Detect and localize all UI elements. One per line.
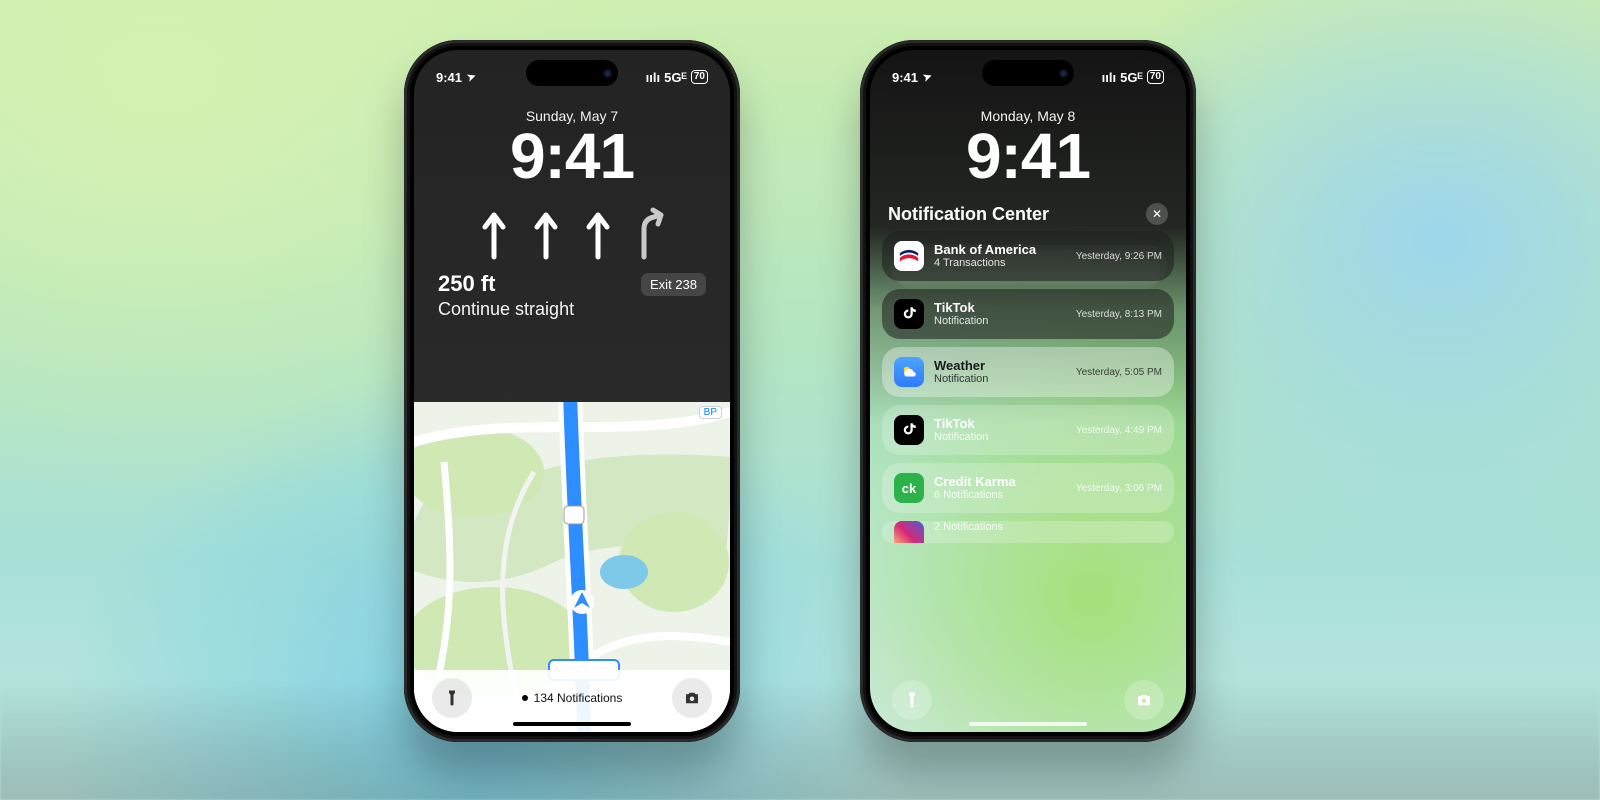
flashlight-icon	[443, 689, 461, 707]
nc-list[interactable]: Bank of America4 Transactions Yesterday, …	[870, 231, 1186, 543]
location-arrow-icon: ➤	[465, 69, 478, 84]
notification-time: Yesterday, 8:13 PM	[1076, 309, 1162, 320]
nav-instruction-card: 250 ft Exit 238 Continue straight	[414, 267, 730, 330]
lock-time: 9:41	[870, 124, 1186, 189]
tiktok-icon	[894, 299, 924, 329]
phone-right: 9:41 ➤ ıılı 5Gᴱ 70 Monday, May 8 9:41 No…	[860, 40, 1196, 742]
nc-close-button[interactable]: ✕	[1146, 203, 1168, 225]
notification-card[interactable]: 2 Notifications	[882, 521, 1174, 543]
notification-app: TikTok	[934, 301, 1066, 315]
home-indicator[interactable]	[969, 722, 1087, 726]
notification-sub: 4 Transactions	[934, 257, 1066, 269]
home-indicator[interactable]	[513, 722, 631, 726]
notification-time: Yesterday, 4:49 PM	[1076, 425, 1162, 436]
map-poi-bp[interactable]: BP	[699, 406, 722, 419]
lock-date: Sunday, May 7	[414, 108, 730, 124]
flashlight-button[interactable]	[432, 678, 472, 718]
weather-icon	[894, 357, 924, 387]
lock-time: 9:41	[414, 124, 730, 189]
notification-time: Yesterday, 9:26 PM	[1076, 251, 1162, 262]
notification-card[interactable]: ck Credit Karma6 Notifications Yesterday, …	[882, 463, 1174, 513]
notification-time: Yesterday, 3:06 PM	[1076, 483, 1162, 494]
lock-date: Monday, May 8	[870, 108, 1186, 124]
status-time: 9:41	[892, 70, 918, 85]
notification-app: Credit Karma	[934, 475, 1066, 489]
signal-bars-icon: ıılı	[1102, 70, 1116, 85]
lane-straight-icon	[584, 207, 612, 261]
nav-exit-pill: Exit 238	[641, 273, 706, 296]
location-arrow-icon: ➤	[921, 69, 934, 84]
signal-bars-icon: ıılı	[646, 70, 660, 85]
status-time: 9:41	[436, 70, 462, 85]
notification-sub: 2 Notifications	[934, 521, 1152, 533]
notification-time: Yesterday, 5:05 PM	[1076, 367, 1162, 378]
battery-pill: 70	[1147, 70, 1164, 84]
notification-sub: Notification	[934, 315, 1066, 327]
network-label: 5Gᴱ	[664, 70, 687, 85]
camera-icon	[683, 689, 701, 707]
nav-instruction: Continue straight	[438, 299, 706, 320]
lock-screen-nav: 9:41 ➤ ıılı 5Gᴱ 70 Sunday, May 7 9:41	[414, 50, 730, 732]
lane-straight-icon	[532, 207, 560, 261]
notification-card[interactable]: WeatherNotification Yesterday, 5:05 PM	[882, 347, 1174, 397]
camera-button[interactable]	[672, 678, 712, 718]
phone-left: 9:41 ➤ ıılı 5Gᴱ 70 Sunday, May 7 9:41	[404, 40, 740, 742]
notification-app: Bank of America	[934, 243, 1066, 257]
notification-card[interactable]: TikTokNotification Yesterday, 8:13 PM	[882, 289, 1174, 339]
notification-app: TikTok	[934, 417, 1066, 431]
lock-action-bar: 134 Notifications	[414, 670, 730, 732]
dynamic-island	[526, 60, 618, 86]
nc-title: Notification Center	[888, 204, 1049, 225]
dynamic-island	[982, 60, 1074, 86]
flashlight-button[interactable]	[892, 680, 932, 720]
instagram-icon	[894, 521, 924, 543]
notification-sub: Notification	[934, 431, 1066, 443]
lane-right-icon	[636, 207, 664, 261]
notification-app: Weather	[934, 359, 1066, 373]
flashlight-icon	[903, 691, 921, 709]
lane-straight-icon	[480, 207, 508, 261]
network-label: 5Gᴱ	[1120, 70, 1143, 85]
nav-distance: 250 ft	[438, 271, 495, 297]
tiktok-icon	[894, 415, 924, 445]
notification-card[interactable]: Bank of America4 Transactions Yesterday, …	[882, 231, 1174, 281]
notification-sub: Notification	[934, 373, 1066, 385]
lock-screen-nc: 9:41 ➤ ıılı 5Gᴱ 70 Monday, May 8 9:41 No…	[870, 50, 1186, 732]
battery-pill: 70	[691, 70, 708, 84]
notification-sub: 6 Notifications	[934, 489, 1066, 501]
camera-button[interactable]	[1124, 680, 1164, 720]
creditkarma-icon: ck	[894, 473, 924, 503]
camera-icon	[1135, 691, 1153, 709]
close-icon: ✕	[1152, 207, 1162, 221]
notification-summary[interactable]: 134 Notifications	[522, 691, 623, 705]
notification-card[interactable]: TikTokNotification Yesterday, 4:49 PM	[882, 405, 1174, 455]
bankofamerica-icon	[894, 241, 924, 271]
lane-guidance	[414, 189, 730, 267]
